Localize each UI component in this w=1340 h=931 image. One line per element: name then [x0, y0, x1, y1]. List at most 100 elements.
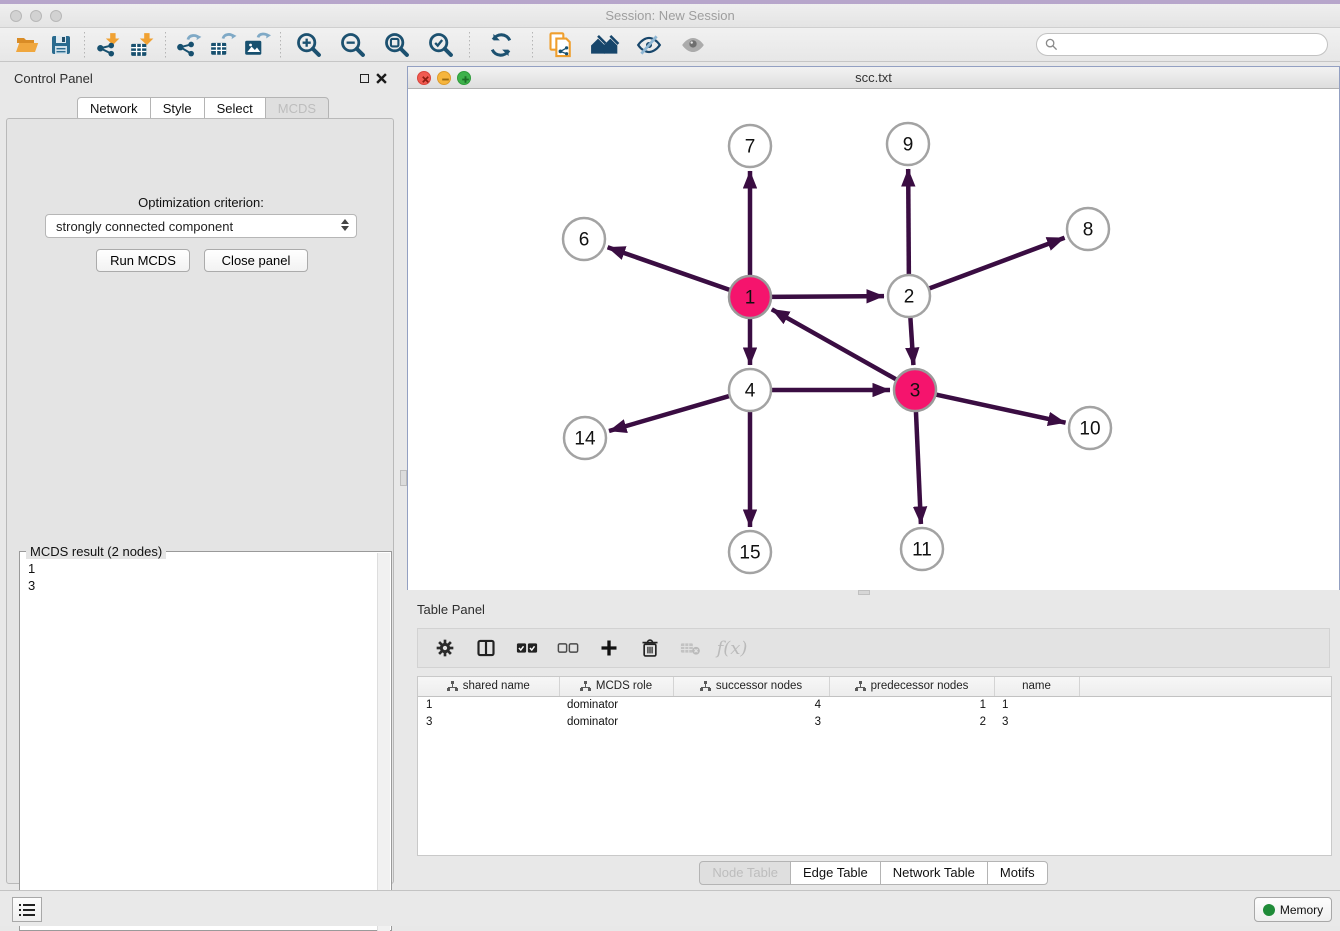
import-network-icon[interactable]	[91, 30, 125, 60]
close-panel-icon[interactable]	[376, 73, 387, 84]
zoom-selected-icon[interactable]	[419, 30, 463, 60]
tab-motifs[interactable]: Motifs	[987, 861, 1048, 885]
cell-successor-nodes[interactable]: 4	[673, 696, 829, 713]
table-row[interactable]: 3dominator323	[418, 713, 1331, 730]
column-header-filler	[1079, 677, 1331, 696]
edge-2-9[interactable]	[908, 169, 909, 277]
table-panel-title: Table Panel	[417, 602, 485, 617]
export-image-icon[interactable]	[240, 30, 274, 60]
network-view-window: scc.txt 7968124310141511	[407, 66, 1340, 590]
node-table-header: shared nameMCDS rolesuccessor nodesprede…	[418, 677, 1331, 696]
network-canvas[interactable]: 7968124310141511	[408, 89, 1339, 590]
node-label-15: 15	[739, 543, 760, 564]
minimize-view-button[interactable]	[437, 71, 451, 85]
edge-4-14[interactable]	[609, 395, 732, 431]
edge-2-3[interactable]	[910, 315, 913, 365]
open-session-icon[interactable]	[10, 30, 44, 60]
node-label-2: 2	[904, 287, 915, 308]
zoom-out-icon[interactable]	[331, 30, 375, 60]
tab-network-table[interactable]: Network Table	[880, 861, 988, 885]
close-panel-button[interactable]: Close panel	[204, 249, 308, 272]
toolbar-separator	[84, 32, 85, 58]
hierarchy-icon	[447, 681, 458, 691]
close-view-button[interactable]	[417, 71, 431, 85]
edge-1-6[interactable]	[608, 247, 732, 290]
close-window-button[interactable]	[10, 10, 22, 22]
home-icon[interactable]	[583, 30, 627, 60]
dropdown-selected-value: strongly connected component	[56, 219, 233, 234]
hierarchy-icon	[700, 681, 711, 691]
cell-MCDS-role[interactable]: dominator	[559, 696, 673, 713]
minimize-window-button[interactable]	[30, 10, 42, 22]
vertical-splitter[interactable]	[400, 62, 407, 890]
table-toolbar: f(x)	[417, 628, 1330, 668]
column-header-MCDS-role[interactable]: MCDS role	[559, 677, 673, 696]
table-row[interactable]: 1dominator411	[418, 696, 1331, 713]
network-graph[interactable]: 7968124310141511	[408, 89, 1339, 590]
cell-MCDS-role[interactable]: dominator	[559, 713, 673, 730]
add-column-icon[interactable]	[596, 635, 622, 661]
search-input[interactable]	[1036, 33, 1328, 56]
import-table-icon[interactable]	[125, 30, 159, 60]
node-label-8: 8	[1083, 220, 1094, 241]
splitter-handle[interactable]	[400, 470, 407, 486]
mcds-result-title: MCDS result (2 nodes)	[26, 544, 166, 559]
network-window-titlebar[interactable]: scc.txt	[408, 67, 1339, 89]
delete-column-icon[interactable]	[637, 635, 663, 661]
cell-shared-name[interactable]: 3	[418, 713, 559, 730]
float-panel-icon[interactable]	[360, 74, 369, 83]
export-table-icon[interactable]	[206, 30, 240, 60]
cell-filler	[1079, 713, 1331, 730]
cell-shared-name[interactable]: 1	[418, 696, 559, 713]
tab-edge-table[interactable]: Edge Table	[790, 861, 881, 885]
save-session-icon[interactable]	[44, 30, 78, 60]
edge-1-2[interactable]	[769, 296, 884, 297]
zoom-in-icon[interactable]	[287, 30, 331, 60]
export-network-icon[interactable]	[172, 30, 206, 60]
toolbar-separator	[280, 32, 281, 58]
dropdown-stepper-icon	[341, 219, 349, 231]
column-header-name[interactable]: name	[994, 677, 1079, 696]
node-label-10: 10	[1079, 419, 1100, 440]
toolbar-separator	[469, 32, 470, 58]
memory-status-icon	[1263, 904, 1275, 916]
split-view-icon[interactable]	[473, 635, 499, 661]
task-history-button[interactable]	[12, 897, 42, 922]
column-header-successor-nodes[interactable]: successor nodes	[673, 677, 829, 696]
clone-network-icon[interactable]	[539, 30, 583, 60]
main-toolbar	[0, 28, 1340, 62]
tab-node-table[interactable]: Node Table	[699, 861, 791, 885]
cell-name[interactable]: 3	[994, 713, 1079, 730]
maximize-view-button[interactable]	[457, 71, 471, 85]
cell-successor-nodes[interactable]: 3	[673, 713, 829, 730]
edge-3-1[interactable]	[772, 309, 899, 380]
network-view-title: scc.txt	[408, 67, 1339, 88]
run-mcds-button[interactable]: Run MCDS	[96, 249, 190, 272]
refresh-layout-icon[interactable]	[476, 30, 526, 60]
column-header-shared-name[interactable]: shared name	[418, 677, 559, 696]
node-label-14: 14	[574, 429, 596, 450]
deselect-all-checkboxes-icon[interactable]	[555, 635, 581, 661]
cell-predecessor-nodes[interactable]: 2	[829, 713, 994, 730]
node-label-6: 6	[579, 230, 590, 251]
edge-3-10[interactable]	[934, 394, 1066, 423]
memory-button[interactable]: Memory	[1254, 897, 1332, 922]
toolbar-separator	[532, 32, 533, 58]
mcds-result-text: 1 3	[28, 560, 35, 594]
show-all-eye-icon[interactable]	[671, 30, 715, 60]
select-all-checkboxes-icon[interactable]	[514, 635, 540, 661]
mcds-tab-panel: Optimization criterion: strongly connect…	[6, 118, 394, 884]
optimization-criterion-select[interactable]: strongly connected component	[45, 214, 357, 238]
column-header-predecessor-nodes[interactable]: predecessor nodes	[829, 677, 994, 696]
edge-2-8[interactable]	[927, 238, 1065, 290]
cell-predecessor-nodes[interactable]: 1	[829, 696, 994, 713]
node-table-grid: shared nameMCDS rolesuccessor nodesprede…	[418, 677, 1331, 730]
edge-3-11[interactable]	[916, 409, 921, 524]
zoom-window-button[interactable]	[50, 10, 62, 22]
cell-name[interactable]: 1	[994, 696, 1079, 713]
hide-selected-eye-icon[interactable]	[627, 30, 671, 60]
hierarchy-icon	[580, 681, 591, 691]
zoom-fit-icon[interactable]	[375, 30, 419, 60]
result-scrollbar[interactable]	[377, 553, 390, 931]
settings-gear-icon[interactable]	[432, 635, 458, 661]
